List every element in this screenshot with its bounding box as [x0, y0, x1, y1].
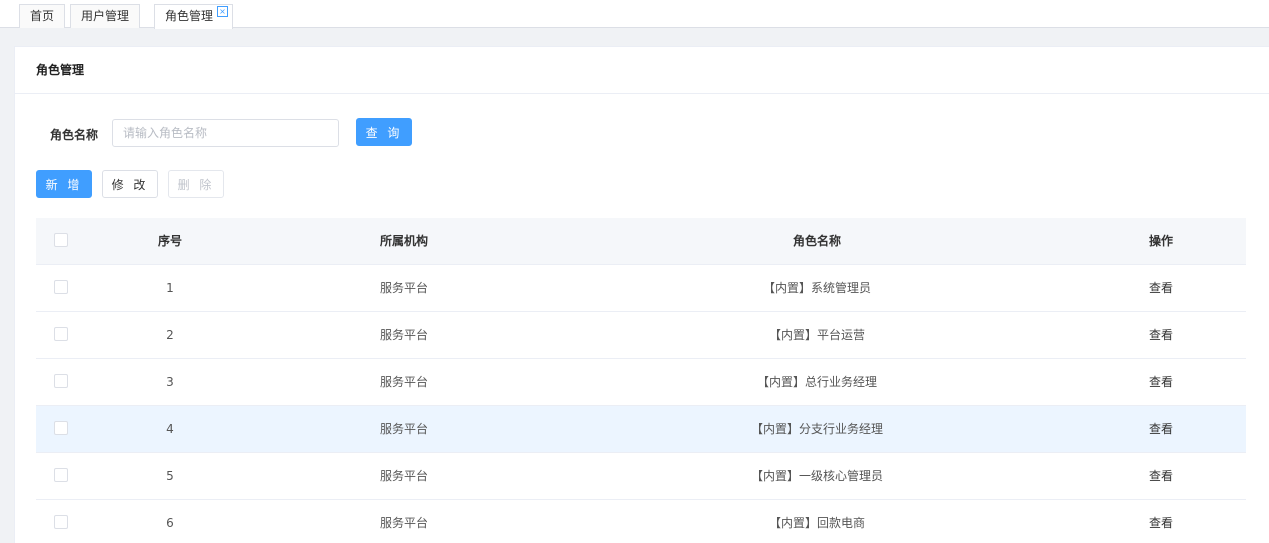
row-index: 4: [166, 422, 174, 436]
table-header: 序号 所属机构 角色名称 操作: [36, 218, 1246, 265]
row-org: 服务平台: [379, 516, 428, 530]
row-operation-cell: 查看: [1126, 500, 1196, 543]
role-name-label: 角色名称: [50, 128, 99, 142]
row-checkbox[interactable]: [54, 280, 68, 294]
row-role-name: 【内置】系统管理员: [762, 281, 871, 295]
view-link[interactable]: 查看: [1149, 375, 1173, 389]
view-link[interactable]: 查看: [1149, 469, 1173, 483]
select-all-checkbox[interactable]: [54, 233, 68, 247]
row-check-cell: [54, 359, 68, 406]
header-operation: 操作: [1148, 234, 1173, 248]
table-row[interactable]: 3 服务平台 【内置】总行业务经理 查看: [36, 359, 1246, 406]
row-operation-cell: 查看: [1126, 265, 1196, 312]
edit-button[interactable]: 修 改: [102, 170, 158, 198]
row-org: 服务平台: [379, 281, 428, 295]
add-button[interactable]: 新 增: [36, 170, 92, 198]
row-role-name: 【内置】分支行业务经理: [750, 422, 883, 436]
select-all-cell: [54, 218, 68, 265]
close-icon[interactable]: ×: [217, 6, 229, 17]
tab-role-management[interactable]: 角色管理 ×: [154, 4, 234, 29]
row-checkbox[interactable]: [54, 327, 68, 341]
row-org: 服务平台: [379, 422, 428, 436]
table-row[interactable]: 2 服务平台 【内置】平台运营 查看: [36, 312, 1246, 359]
table-row[interactable]: 1 服务平台 【内置】系统管理员 查看: [36, 265, 1246, 312]
row-check-cell: [54, 500, 68, 543]
role-management-card: 角色管理 角色名称 查 询 新 增 修 改 删 除 序号 所属机构 角色名称 操…: [14, 46, 1269, 543]
header-index: 序号: [157, 234, 182, 248]
view-link[interactable]: 查看: [1149, 281, 1173, 295]
row-checkbox[interactable]: [54, 421, 68, 435]
view-link[interactable]: 查看: [1149, 328, 1173, 342]
row-org: 服务平台: [379, 375, 428, 389]
row-check-cell: [54, 265, 68, 312]
row-check-cell: [54, 453, 68, 500]
view-link[interactable]: 查看: [1149, 422, 1173, 436]
row-checkbox[interactable]: [54, 468, 68, 482]
row-operation-cell: 查看: [1126, 312, 1196, 359]
row-index: 2: [166, 328, 174, 342]
card-title: 角色管理: [15, 47, 1269, 94]
tab-bar: 首页 用户管理 角色管理 ×: [0, 0, 1269, 29]
header-role-name: 角色名称: [792, 234, 841, 248]
row-checkbox[interactable]: [54, 374, 68, 388]
role-table: 序号 所属机构 角色名称 操作 1 服务平台 【内置】系统管理员 查看 2 服务…: [36, 218, 1246, 543]
row-checkbox[interactable]: [54, 515, 68, 529]
row-role-name: 【内置】总行业务经理: [756, 375, 877, 389]
table-row[interactable]: 6 服务平台 【内置】回款电商 查看: [36, 500, 1246, 543]
view-link[interactable]: 查看: [1149, 516, 1173, 530]
row-index: 6: [166, 516, 174, 530]
row-operation-cell: 查看: [1126, 406, 1196, 453]
row-org: 服务平台: [379, 469, 428, 483]
row-org: 服务平台: [379, 328, 428, 342]
tab-role-management-label: 角色管理: [165, 9, 214, 23]
row-index: 3: [166, 375, 174, 389]
row-operation-cell: 查看: [1126, 453, 1196, 500]
row-role-name: 【内置】一级核心管理员: [750, 469, 883, 483]
row-operation-cell: 查看: [1126, 359, 1196, 406]
delete-button: 删 除: [168, 170, 224, 198]
row-index: 1: [166, 281, 174, 295]
tab-user-management[interactable]: 用户管理: [70, 4, 141, 28]
header-org: 所属机构: [379, 234, 428, 248]
row-check-cell: [54, 312, 68, 359]
row-role-name: 【内置】平台运营: [768, 328, 865, 342]
table-row[interactable]: 5 服务平台 【内置】一级核心管理员 查看: [36, 453, 1246, 500]
tab-home[interactable]: 首页: [19, 4, 66, 28]
row-index: 5: [166, 469, 174, 483]
row-check-cell: [54, 406, 68, 453]
query-button[interactable]: 查 询: [356, 118, 412, 146]
row-role-name: 【内置】回款电商: [768, 516, 865, 530]
role-name-search-input[interactable]: [112, 119, 339, 147]
table-row-highlighted[interactable]: 4 服务平台 【内置】分支行业务经理 查看: [36, 406, 1246, 453]
